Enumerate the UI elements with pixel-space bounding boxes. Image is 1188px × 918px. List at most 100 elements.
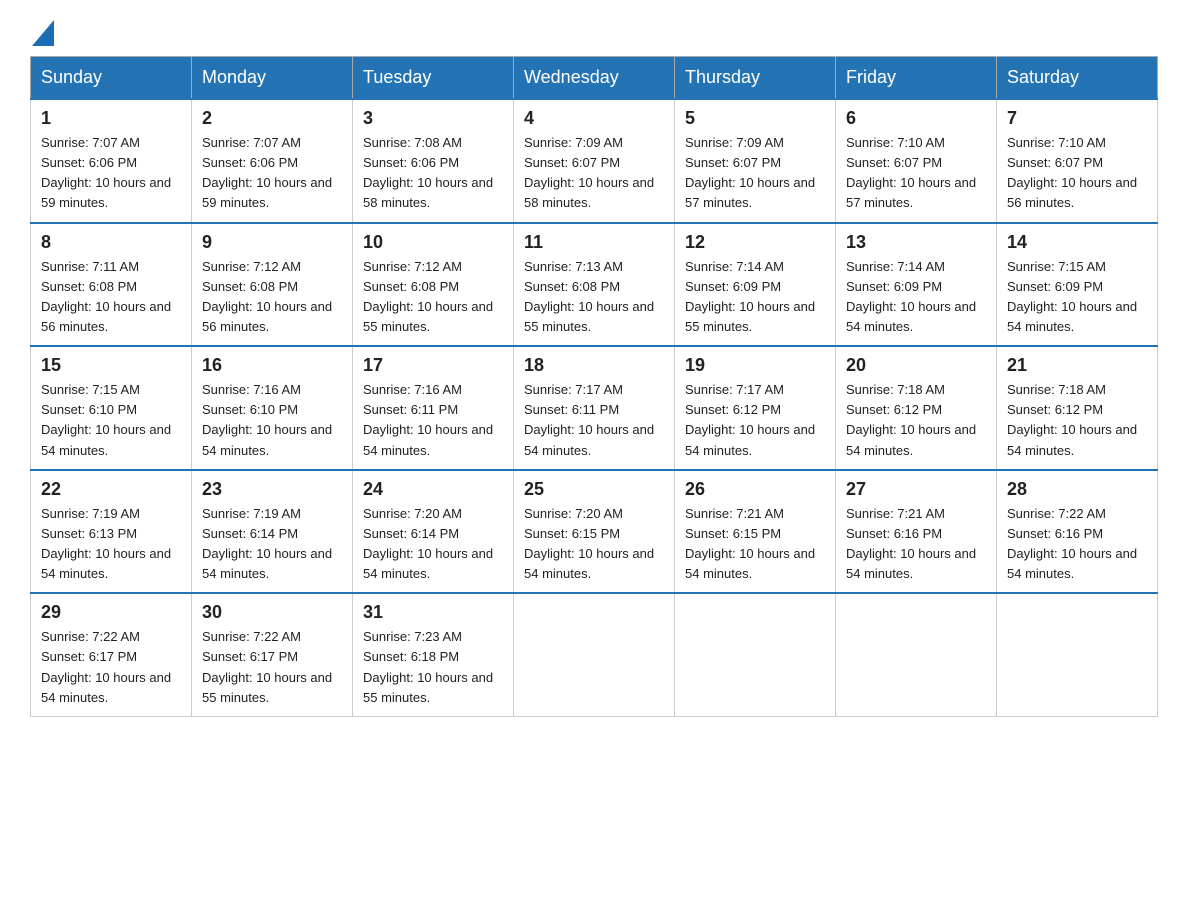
- calendar-day-cell: 13 Sunrise: 7:14 AM Sunset: 6:09 PM Dayl…: [836, 223, 997, 347]
- day-number: 30: [202, 602, 342, 623]
- calendar-day-header: Sunday: [31, 57, 192, 100]
- calendar-day-cell: 30 Sunrise: 7:22 AM Sunset: 6:17 PM Dayl…: [192, 593, 353, 716]
- day-info: Sunrise: 7:12 AM Sunset: 6:08 PM Dayligh…: [202, 257, 342, 338]
- day-info: Sunrise: 7:18 AM Sunset: 6:12 PM Dayligh…: [846, 380, 986, 461]
- day-info: Sunrise: 7:16 AM Sunset: 6:10 PM Dayligh…: [202, 380, 342, 461]
- calendar-day-cell: 6 Sunrise: 7:10 AM Sunset: 6:07 PM Dayli…: [836, 99, 997, 223]
- day-info: Sunrise: 7:20 AM Sunset: 6:15 PM Dayligh…: [524, 504, 664, 585]
- day-info: Sunrise: 7:22 AM Sunset: 6:17 PM Dayligh…: [202, 627, 342, 708]
- day-info: Sunrise: 7:09 AM Sunset: 6:07 PM Dayligh…: [685, 133, 825, 214]
- page-header: [30, 20, 1158, 40]
- day-number: 27: [846, 479, 986, 500]
- day-number: 5: [685, 108, 825, 129]
- day-number: 11: [524, 232, 664, 253]
- logo-triangle-icon: [32, 20, 54, 46]
- day-number: 31: [363, 602, 503, 623]
- calendar-day-cell: 29 Sunrise: 7:22 AM Sunset: 6:17 PM Dayl…: [31, 593, 192, 716]
- day-info: Sunrise: 7:17 AM Sunset: 6:12 PM Dayligh…: [685, 380, 825, 461]
- calendar-day-cell: 10 Sunrise: 7:12 AM Sunset: 6:08 PM Dayl…: [353, 223, 514, 347]
- calendar-day-cell: 5 Sunrise: 7:09 AM Sunset: 6:07 PM Dayli…: [675, 99, 836, 223]
- day-number: 28: [1007, 479, 1147, 500]
- day-number: 4: [524, 108, 664, 129]
- calendar-day-cell: 24 Sunrise: 7:20 AM Sunset: 6:14 PM Dayl…: [353, 470, 514, 594]
- day-number: 29: [41, 602, 181, 623]
- calendar-day-cell: 31 Sunrise: 7:23 AM Sunset: 6:18 PM Dayl…: [353, 593, 514, 716]
- calendar-day-cell: 20 Sunrise: 7:18 AM Sunset: 6:12 PM Dayl…: [836, 346, 997, 470]
- day-number: 13: [846, 232, 986, 253]
- calendar-day-cell: 23 Sunrise: 7:19 AM Sunset: 6:14 PM Dayl…: [192, 470, 353, 594]
- calendar-day-header: Saturday: [997, 57, 1158, 100]
- calendar-day-header: Wednesday: [514, 57, 675, 100]
- day-info: Sunrise: 7:19 AM Sunset: 6:13 PM Dayligh…: [41, 504, 181, 585]
- day-info: Sunrise: 7:21 AM Sunset: 6:16 PM Dayligh…: [846, 504, 986, 585]
- day-info: Sunrise: 7:07 AM Sunset: 6:06 PM Dayligh…: [41, 133, 181, 214]
- calendar-day-cell: [675, 593, 836, 716]
- day-number: 21: [1007, 355, 1147, 376]
- day-number: 23: [202, 479, 342, 500]
- calendar-day-cell: 11 Sunrise: 7:13 AM Sunset: 6:08 PM Dayl…: [514, 223, 675, 347]
- calendar-day-cell: 2 Sunrise: 7:07 AM Sunset: 6:06 PM Dayli…: [192, 99, 353, 223]
- day-number: 2: [202, 108, 342, 129]
- calendar-day-cell: 8 Sunrise: 7:11 AM Sunset: 6:08 PM Dayli…: [31, 223, 192, 347]
- calendar-day-cell: 22 Sunrise: 7:19 AM Sunset: 6:13 PM Dayl…: [31, 470, 192, 594]
- calendar-day-cell: 25 Sunrise: 7:20 AM Sunset: 6:15 PM Dayl…: [514, 470, 675, 594]
- day-info: Sunrise: 7:22 AM Sunset: 6:16 PM Dayligh…: [1007, 504, 1147, 585]
- day-info: Sunrise: 7:17 AM Sunset: 6:11 PM Dayligh…: [524, 380, 664, 461]
- calendar-day-cell: 26 Sunrise: 7:21 AM Sunset: 6:15 PM Dayl…: [675, 470, 836, 594]
- calendar-week-row: 1 Sunrise: 7:07 AM Sunset: 6:06 PM Dayli…: [31, 99, 1158, 223]
- day-info: Sunrise: 7:09 AM Sunset: 6:07 PM Dayligh…: [524, 133, 664, 214]
- day-info: Sunrise: 7:12 AM Sunset: 6:08 PM Dayligh…: [363, 257, 503, 338]
- calendar-day-cell: 18 Sunrise: 7:17 AM Sunset: 6:11 PM Dayl…: [514, 346, 675, 470]
- day-number: 18: [524, 355, 664, 376]
- day-info: Sunrise: 7:15 AM Sunset: 6:10 PM Dayligh…: [41, 380, 181, 461]
- calendar-day-cell: 7 Sunrise: 7:10 AM Sunset: 6:07 PM Dayli…: [997, 99, 1158, 223]
- calendar-week-row: 15 Sunrise: 7:15 AM Sunset: 6:10 PM Dayl…: [31, 346, 1158, 470]
- calendar-day-header: Thursday: [675, 57, 836, 100]
- day-info: Sunrise: 7:14 AM Sunset: 6:09 PM Dayligh…: [846, 257, 986, 338]
- day-info: Sunrise: 7:20 AM Sunset: 6:14 PM Dayligh…: [363, 504, 503, 585]
- day-info: Sunrise: 7:16 AM Sunset: 6:11 PM Dayligh…: [363, 380, 503, 461]
- calendar-day-cell: 27 Sunrise: 7:21 AM Sunset: 6:16 PM Dayl…: [836, 470, 997, 594]
- day-number: 7: [1007, 108, 1147, 129]
- day-number: 16: [202, 355, 342, 376]
- day-info: Sunrise: 7:10 AM Sunset: 6:07 PM Dayligh…: [1007, 133, 1147, 214]
- calendar-day-cell: 21 Sunrise: 7:18 AM Sunset: 6:12 PM Dayl…: [997, 346, 1158, 470]
- day-number: 22: [41, 479, 181, 500]
- calendar-day-cell: 28 Sunrise: 7:22 AM Sunset: 6:16 PM Dayl…: [997, 470, 1158, 594]
- calendar-day-cell: 12 Sunrise: 7:14 AM Sunset: 6:09 PM Dayl…: [675, 223, 836, 347]
- day-info: Sunrise: 7:19 AM Sunset: 6:14 PM Dayligh…: [202, 504, 342, 585]
- day-info: Sunrise: 7:18 AM Sunset: 6:12 PM Dayligh…: [1007, 380, 1147, 461]
- day-number: 15: [41, 355, 181, 376]
- calendar-week-row: 8 Sunrise: 7:11 AM Sunset: 6:08 PM Dayli…: [31, 223, 1158, 347]
- day-info: Sunrise: 7:23 AM Sunset: 6:18 PM Dayligh…: [363, 627, 503, 708]
- day-number: 9: [202, 232, 342, 253]
- calendar-day-header: Tuesday: [353, 57, 514, 100]
- calendar-day-cell: 19 Sunrise: 7:17 AM Sunset: 6:12 PM Dayl…: [675, 346, 836, 470]
- day-number: 8: [41, 232, 181, 253]
- calendar-day-cell: [997, 593, 1158, 716]
- calendar-day-cell: 14 Sunrise: 7:15 AM Sunset: 6:09 PM Dayl…: [997, 223, 1158, 347]
- day-info: Sunrise: 7:21 AM Sunset: 6:15 PM Dayligh…: [685, 504, 825, 585]
- calendar-day-header: Monday: [192, 57, 353, 100]
- calendar-header-row: SundayMondayTuesdayWednesdayThursdayFrid…: [31, 57, 1158, 100]
- calendar-day-cell: [514, 593, 675, 716]
- day-number: 25: [524, 479, 664, 500]
- calendar-day-cell: 3 Sunrise: 7:08 AM Sunset: 6:06 PM Dayli…: [353, 99, 514, 223]
- calendar-day-header: Friday: [836, 57, 997, 100]
- day-info: Sunrise: 7:07 AM Sunset: 6:06 PM Dayligh…: [202, 133, 342, 214]
- calendar-day-cell: 15 Sunrise: 7:15 AM Sunset: 6:10 PM Dayl…: [31, 346, 192, 470]
- day-info: Sunrise: 7:10 AM Sunset: 6:07 PM Dayligh…: [846, 133, 986, 214]
- day-info: Sunrise: 7:13 AM Sunset: 6:08 PM Dayligh…: [524, 257, 664, 338]
- day-number: 3: [363, 108, 503, 129]
- day-info: Sunrise: 7:15 AM Sunset: 6:09 PM Dayligh…: [1007, 257, 1147, 338]
- day-number: 20: [846, 355, 986, 376]
- calendar-day-cell: 16 Sunrise: 7:16 AM Sunset: 6:10 PM Dayl…: [192, 346, 353, 470]
- calendar-table: SundayMondayTuesdayWednesdayThursdayFrid…: [30, 56, 1158, 717]
- calendar-day-cell: 1 Sunrise: 7:07 AM Sunset: 6:06 PM Dayli…: [31, 99, 192, 223]
- day-number: 12: [685, 232, 825, 253]
- day-number: 24: [363, 479, 503, 500]
- logo: [30, 20, 54, 40]
- day-number: 19: [685, 355, 825, 376]
- day-number: 10: [363, 232, 503, 253]
- calendar-day-cell: 17 Sunrise: 7:16 AM Sunset: 6:11 PM Dayl…: [353, 346, 514, 470]
